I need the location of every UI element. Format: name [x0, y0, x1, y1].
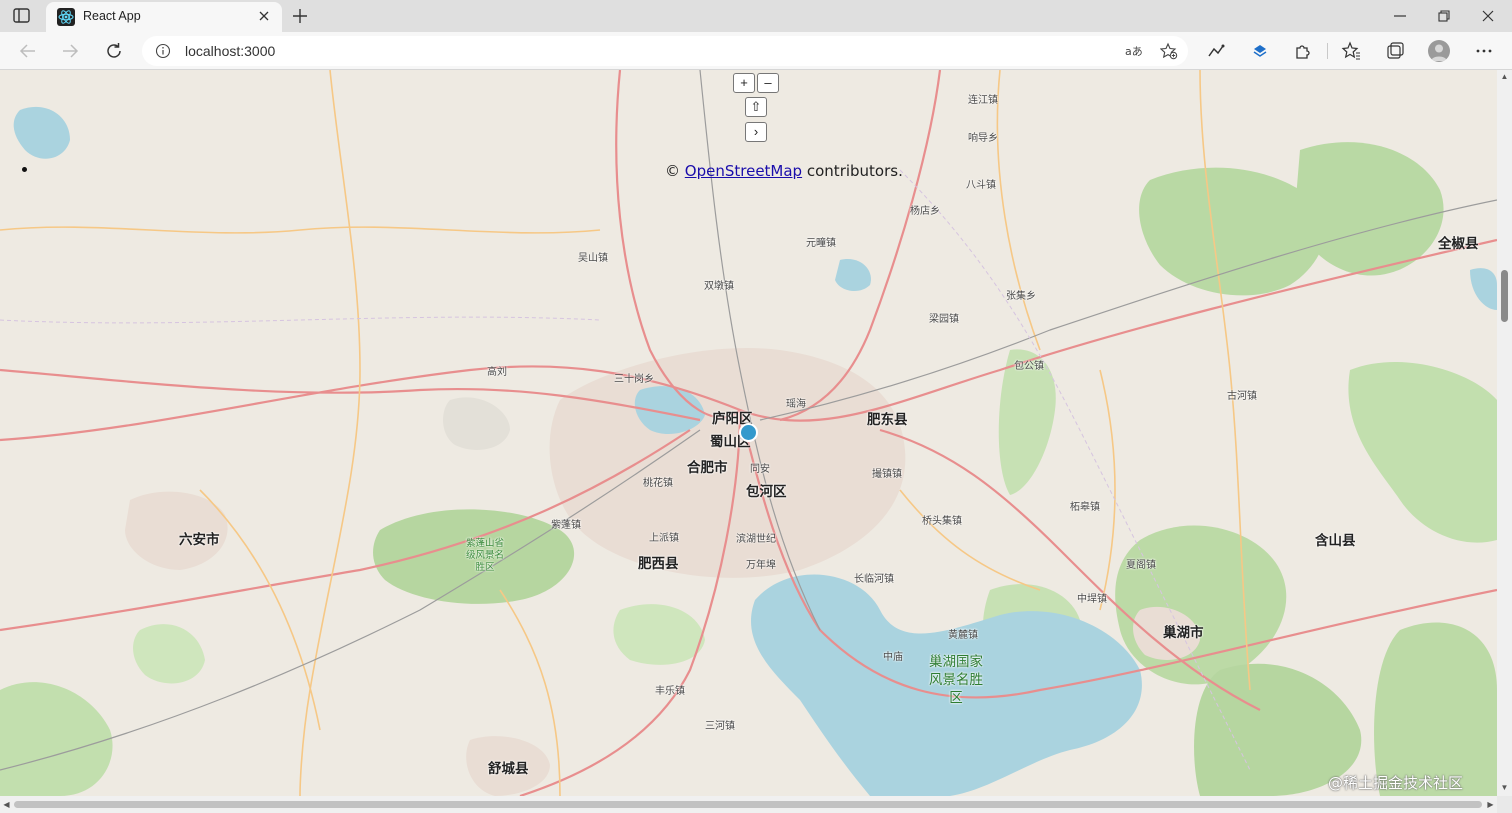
map-label-chaohu-park: 巢湖国家 风景名胜 区 [929, 654, 983, 706]
scrollbar-corner [1497, 796, 1512, 813]
address-bar[interactable]: localhost:3000 aあ [142, 36, 1188, 66]
map-label-guhe: 古河镇 [1227, 391, 1257, 402]
attribution-copyright: © [665, 162, 680, 180]
map-label-wujiang: 吴山镇 [578, 253, 608, 264]
close-window-icon[interactable] [1478, 6, 1498, 26]
watermark: @稀土掘金技术社区 [1328, 774, 1464, 792]
map-label-tongan: 同安 [750, 464, 770, 475]
map-label-liangyuan: 梁园镇 [929, 314, 959, 325]
extensions-icon[interactable] [1293, 41, 1313, 61]
map-label-sanshigang: 三十岗乡 [614, 374, 654, 385]
browser-toolbar: localhost:3000 aあ [0, 32, 1512, 70]
collections-icon[interactable] [1385, 41, 1405, 61]
map-label-zishan: 紫蓬镇 [551, 520, 581, 531]
layers-extension-icon[interactable] [1250, 41, 1270, 61]
map-label-shucheng: 舒城县 [488, 761, 529, 777]
svg-text:aあ: aあ [1125, 45, 1142, 58]
horizontal-scrollbar[interactable]: ◀ ▶ [0, 796, 1497, 813]
map-label-bajiang: 八斗镇 [966, 180, 996, 191]
profile-avatar[interactable] [1428, 40, 1450, 62]
back-icon[interactable] [17, 40, 39, 62]
map-label-shangpai: 上派镇 [649, 533, 679, 544]
tab-actions-icon[interactable] [12, 7, 32, 25]
horizontal-scroll-thumb[interactable] [14, 801, 1482, 808]
map-label-yanggang: 杨店乡 [910, 206, 940, 217]
map-label-feidong: 肥东县 [867, 412, 908, 428]
map-label-zhongmiao: 中庙 [883, 652, 903, 663]
map-label-xiangshan: 响导乡 [968, 133, 998, 144]
map-label-hanshan: 含山县 [1315, 533, 1356, 549]
url-text[interactable]: localhost:3000 [185, 43, 275, 59]
map-label-wannianbu: 万年埠 [746, 560, 776, 571]
map-label-changlinhe: 长临河镇 [854, 574, 894, 585]
map-label-zhonggang: 中垾镇 [1077, 594, 1107, 605]
map-label-baolong: 包公镇 [1014, 361, 1044, 372]
map-label-baohe: 包河区 [746, 484, 787, 500]
read-aloud-icon[interactable]: aあ [1124, 42, 1143, 60]
scroll-up-icon[interactable]: ▲ [1500, 72, 1509, 81]
new-tab-icon[interactable] [290, 6, 310, 26]
map-label-luan: 六安市 [179, 532, 220, 548]
map-viewport[interactable]: 庐阳区 蜀山区 合肥市 包河区 肥东县 肥西县 六安市 舒城县 巢湖市 含山县 … [0, 70, 1497, 796]
map-label-feixi: 肥西县 [638, 556, 679, 572]
restore-icon[interactable] [1434, 6, 1454, 26]
zoom-out-button[interactable]: – [757, 73, 779, 93]
attribution-suffix: contributors. [806, 162, 903, 180]
map-attribution: © OpenStreetMap contributors. [665, 162, 903, 180]
performance-icon[interactable] [1206, 41, 1226, 61]
vertical-scrollbar[interactable]: ▲ ▼ [1497, 70, 1512, 796]
info-icon[interactable] [155, 43, 171, 59]
scroll-left-icon[interactable]: ◀ [2, 800, 11, 809]
vertical-scroll-thumb[interactable] [1501, 270, 1508, 322]
pan-right-button[interactable]: › [745, 122, 767, 142]
refresh-icon[interactable] [103, 40, 125, 62]
scroll-down-icon[interactable]: ▼ [1500, 783, 1509, 792]
map-label-taohua: 桃花镇 [643, 478, 673, 489]
more-menu-icon[interactable] [1474, 41, 1494, 61]
minimize-icon[interactable] [1390, 6, 1410, 26]
map-label-sanhe: 三河镇 [705, 721, 735, 732]
map-label-gaoliu: 高刘 [487, 367, 507, 378]
zoom-in-button[interactable]: + [733, 73, 755, 93]
tab-react-app[interactable]: React App [46, 2, 282, 32]
map-label-quanjiao: 全椒县 [1438, 236, 1479, 252]
close-tab-icon[interactable] [255, 7, 273, 25]
pan-up-button[interactable]: ⇧ [745, 97, 767, 117]
tab-strip: React App [0, 0, 1512, 32]
map-label-zhexi: 柘皋镇 [1070, 502, 1100, 513]
map-label-huangmian: 黄麓镇 [948, 630, 978, 641]
map-label-fengle: 丰乐镇 [655, 686, 685, 697]
map-label-shuangdun: 双墩镇 [704, 281, 734, 292]
openstreetmap-link[interactable]: OpenStreetMap [685, 162, 802, 180]
map-label-qiaotou: 桥头集镇 [922, 516, 962, 527]
location-marker[interactable] [739, 423, 758, 442]
map-label-hefei: 合肥市 [687, 460, 728, 476]
map-label-yaohai: 瑶海 [786, 399, 806, 410]
map-label-binhu: 滨湖世纪 [736, 534, 776, 545]
toolbar-separator [1327, 43, 1328, 59]
map-point-marker[interactable] [22, 167, 27, 172]
map-label-chaohu: 巢湖市 [1163, 625, 1204, 641]
forward-icon[interactable] [59, 40, 81, 62]
favorites-icon[interactable] [1341, 41, 1361, 61]
map-label-cuozhen: 撮镇镇 [872, 469, 902, 480]
scroll-right-icon[interactable]: ▶ [1486, 800, 1495, 809]
react-icon [57, 8, 75, 26]
map-label-yuanjiao: 元疃镇 [806, 238, 836, 249]
map-label-zishan-park: 紫蓬山省 级风景名 胜区 [465, 538, 504, 573]
tab-title: React App [83, 9, 141, 23]
map-label-lianzhu: 连江镇 [968, 95, 998, 106]
favorite-add-icon[interactable] [1159, 42, 1178, 60]
map-label-xiadao: 夏阁镇 [1126, 560, 1156, 571]
map-label-zhangji: 张集乡 [1006, 291, 1036, 302]
